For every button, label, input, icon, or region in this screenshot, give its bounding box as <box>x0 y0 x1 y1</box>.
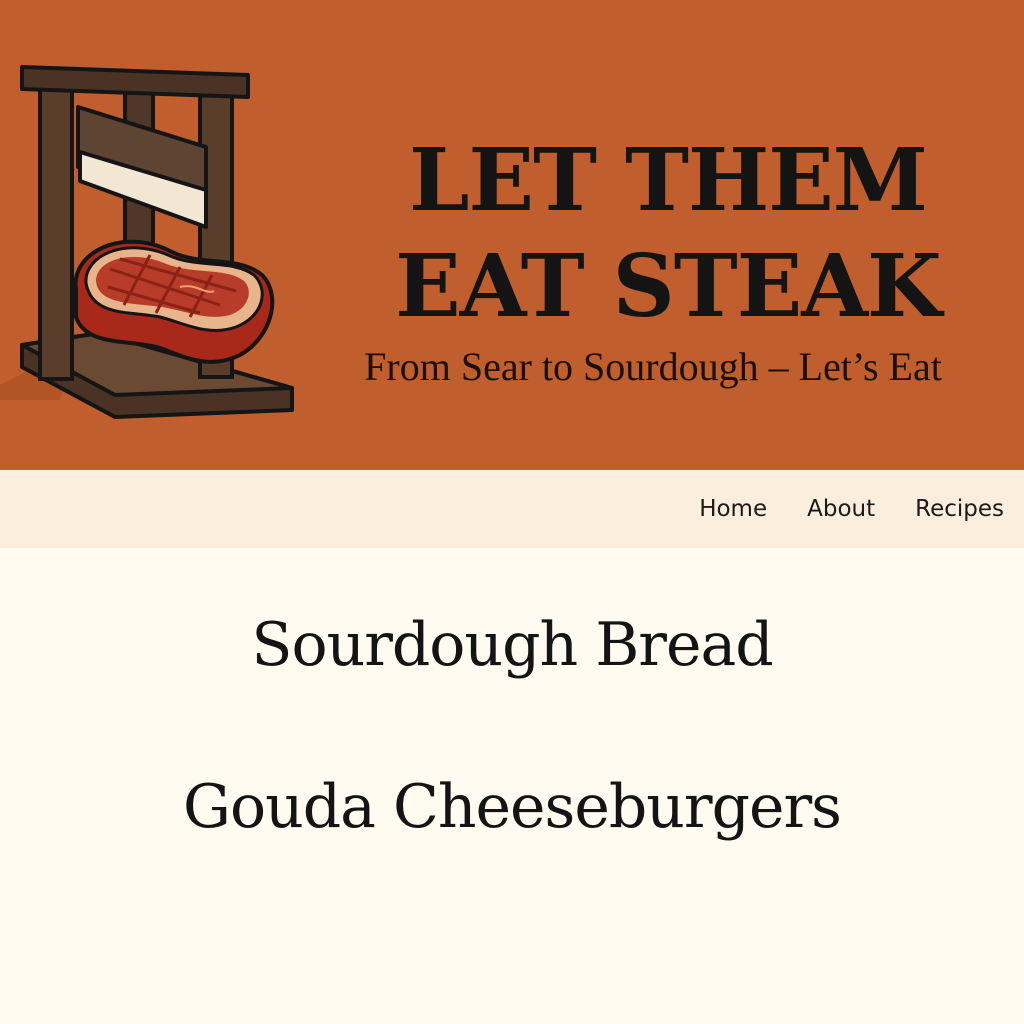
nav-menu: Home About Recipes <box>699 470 1004 548</box>
site-header: LET THEM EAT STEAK From Sear to Sourdoug… <box>0 0 1024 470</box>
nav-link-recipes[interactable]: Recipes <box>915 496 1004 522</box>
recipe-link-gouda-cheeseburgers[interactable]: Gouda Cheeseburgers <box>0 772 1024 842</box>
nav-link-about[interactable]: About <box>807 496 875 522</box>
nav-bar: Home About Recipes <box>0 470 1024 548</box>
recipe-link-sourdough-bread[interactable]: Sourdough Bread <box>0 610 1024 680</box>
guillotine-steak-icon <box>0 65 294 419</box>
site-tagline: From Sear to Sourdough – Let’s Eat <box>364 344 942 389</box>
site-title: LET THEM EAT STEAK <box>395 130 942 337</box>
nav-link-home[interactable]: Home <box>699 496 767 522</box>
